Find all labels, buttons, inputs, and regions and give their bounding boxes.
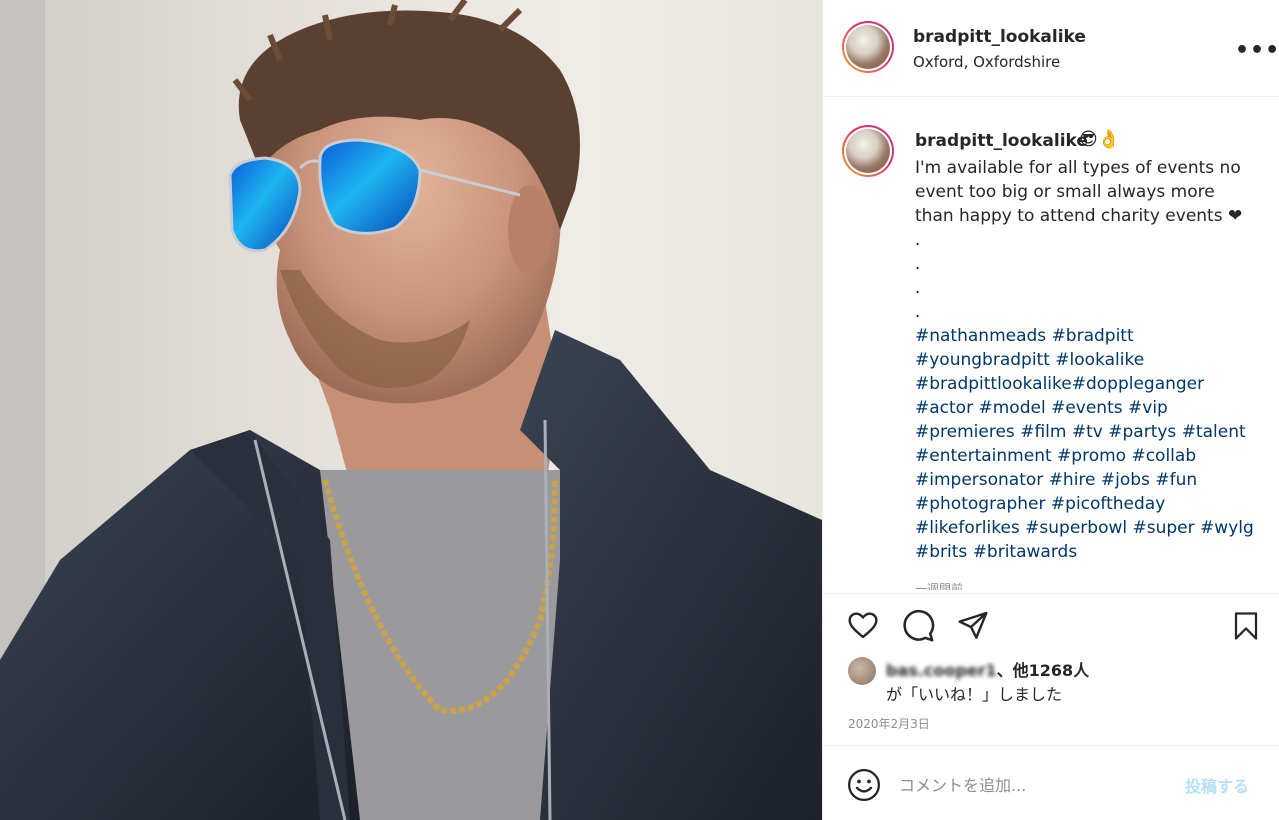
paper-plane-icon[interactable] bbox=[956, 609, 990, 641]
hashtag-link[interactable]: #likeforlikes bbox=[915, 518, 1020, 538]
smiley-icon[interactable] bbox=[847, 768, 881, 802]
hashtag-link[interactable]: #britawards bbox=[973, 542, 1078, 562]
hashtag-link[interactable]: #fun bbox=[1155, 470, 1197, 490]
caption-avatar[interactable] bbox=[842, 125, 894, 177]
comment-input[interactable] bbox=[899, 772, 1169, 798]
comment-icon[interactable] bbox=[901, 609, 935, 643]
post-header: bradpitt_lookalike Oxford, Oxfordshire •… bbox=[823, 0, 1279, 97]
hashtag-link[interactable]: #film bbox=[1020, 422, 1066, 442]
post-username[interactable]: bradpitt_lookalike bbox=[913, 27, 1086, 47]
post-photo[interactable] bbox=[0, 0, 822, 820]
hashtag-line: #premieres #film #tv #partys #talent bbox=[915, 420, 1260, 444]
post-photo-image bbox=[0, 0, 822, 820]
hashtag-link[interactable]: #premieres bbox=[915, 422, 1015, 442]
hashtag-link[interactable]: #super bbox=[1133, 518, 1195, 538]
hashtag-link[interactable]: #brits bbox=[915, 542, 967, 562]
hashtag-link[interactable]: #bradpitt bbox=[1052, 326, 1134, 346]
avatar[interactable] bbox=[842, 21, 894, 73]
hashtag-link[interactable]: #superbowl bbox=[1025, 518, 1127, 538]
hashtag-link[interactable]: #model bbox=[978, 398, 1045, 418]
hashtag-link[interactable]: #tv bbox=[1072, 422, 1103, 442]
hashtag-link[interactable]: #events bbox=[1051, 398, 1123, 418]
hashtag-link[interactable]: #picoftheday bbox=[1051, 494, 1165, 514]
post-date[interactable]: 2020年2月3日 bbox=[848, 715, 930, 732]
caption-text: I'm available for all types of events no… bbox=[915, 158, 1243, 322]
likes-summary: bas.cooper1、他1268人 が「いいね！」しました bbox=[848, 655, 1268, 705]
hashtag-link[interactable]: #bradpittlookalike#doppleganger bbox=[915, 374, 1204, 394]
heart-icon[interactable] bbox=[846, 609, 880, 641]
action-bar bbox=[823, 593, 1279, 649]
liker-name[interactable]: bas.cooper1 bbox=[886, 661, 997, 680]
caption: bradpitt_lookalike 😎👌 I'm available for … bbox=[823, 98, 1279, 592]
hashtag-link[interactable]: #talent bbox=[1182, 422, 1246, 442]
hashtag-link[interactable]: #photographer bbox=[915, 494, 1046, 514]
hashtag-link[interactable]: #promo bbox=[1057, 446, 1126, 466]
likes-line-1: bas.cooper1、他1268人 bbox=[886, 657, 1089, 681]
hashtag-link[interactable]: #partys bbox=[1108, 422, 1176, 442]
post-comment-button[interactable]: 投稿する bbox=[1185, 773, 1249, 797]
hashtag-link[interactable]: #actor bbox=[915, 398, 973, 418]
post-location[interactable]: Oxford, Oxfordshire bbox=[913, 53, 1060, 71]
caption-emoji: 😎👌 bbox=[1079, 129, 1121, 150]
hashtag-link[interactable]: #entertainment bbox=[915, 446, 1052, 466]
post-time-label: 一週間前 bbox=[915, 582, 964, 590]
bookmark-icon[interactable] bbox=[1231, 609, 1261, 643]
hashtag-line: #photographer #picoftheday bbox=[915, 492, 1260, 516]
hashtag-line: #youngbradpitt #lookalike bbox=[915, 348, 1260, 372]
hashtag-link[interactable]: #vip bbox=[1128, 398, 1168, 418]
hashtag-link[interactable]: #wylg bbox=[1200, 518, 1254, 538]
hashtag-line: #nathanmeads #bradpitt bbox=[915, 324, 1260, 348]
hashtag-line: #bradpittlookalike#doppleganger bbox=[915, 372, 1260, 396]
liker-avatar[interactable] bbox=[848, 657, 876, 685]
hashtag-line: #brits #britawards bbox=[915, 540, 1260, 564]
hashtag-link[interactable]: #jobs bbox=[1101, 470, 1150, 490]
likes-count[interactable]: 、他1268人 bbox=[997, 661, 1090, 680]
hashtag-line: #entertainment #promo #collab bbox=[915, 444, 1260, 468]
hashtag-link[interactable]: #youngbradpitt bbox=[915, 350, 1050, 370]
hashtag-list: #nathanmeads #bradpitt #youngbradpitt #lo… bbox=[915, 324, 1260, 564]
hashtag-link[interactable]: #lookalike bbox=[1055, 350, 1144, 370]
likes-line-2: が「いいね！」しました bbox=[886, 685, 1063, 704]
hashtag-link[interactable]: #impersonator bbox=[915, 470, 1043, 490]
hashtag-line: #likeforlikes #superbowl #super #wylg bbox=[915, 516, 1260, 540]
hashtag-line: #impersonator #hire #jobs #fun bbox=[915, 468, 1260, 492]
hashtag-link[interactable]: #collab bbox=[1131, 446, 1196, 466]
more-options-icon[interactable]: ••• bbox=[1235, 38, 1279, 63]
comment-bar: 投稿する bbox=[823, 745, 1279, 820]
hashtag-link[interactable]: #nathanmeads bbox=[915, 326, 1046, 346]
hashtag-link[interactable]: #hire bbox=[1049, 470, 1096, 490]
post-side-panel: bradpitt_lookalike Oxford, Oxfordshire •… bbox=[822, 0, 1279, 820]
caption-username[interactable]: bradpitt_lookalike bbox=[915, 131, 1088, 151]
hashtag-line: #actor #model #events #vip bbox=[915, 396, 1260, 420]
